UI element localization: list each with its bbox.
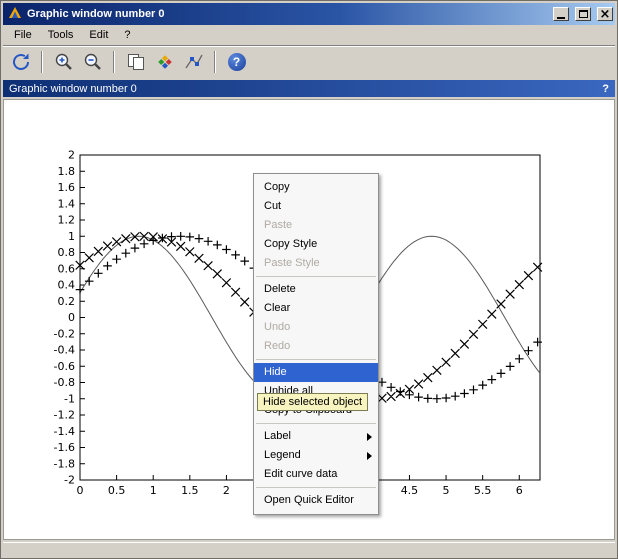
context-menu-item-clear[interactable]: Clear (254, 299, 378, 318)
tooltip: Hide selected object (257, 393, 368, 411)
status-bar (3, 542, 615, 556)
toolbar-separator (113, 51, 115, 73)
figure-header-bar: Graphic window number 0 ? (3, 80, 615, 97)
datatip-icon (183, 51, 205, 73)
figure-help-icon[interactable]: ? (602, 83, 609, 95)
menubar: File Tools Edit ? (3, 25, 615, 45)
window-title: Graphic window number 0 (27, 8, 547, 20)
close-icon: × (600, 9, 611, 20)
menu-separator (256, 487, 376, 488)
datatip-button[interactable] (180, 49, 207, 76)
context-menu-item-paste: Paste (254, 216, 378, 235)
menu-help[interactable]: ? (116, 26, 138, 44)
menu-item-label: Edit curve data (264, 468, 337, 480)
menu-separator (256, 359, 376, 360)
titlebar: Graphic window number 0 × (3, 3, 615, 25)
close-button[interactable]: × (597, 7, 613, 21)
toolbar-separator (214, 51, 216, 73)
context-menu-item-label[interactable]: Label (254, 427, 378, 446)
menu-item-label: Paste (264, 219, 292, 231)
minimize-button[interactable] (553, 7, 569, 21)
context-menu-item-cut[interactable]: Cut (254, 197, 378, 216)
context-menu-item-legend[interactable]: Legend (254, 446, 378, 465)
menu-separator (256, 423, 376, 424)
zoom-in-button[interactable] (50, 49, 77, 76)
menu-item-label: Redo (264, 340, 290, 352)
menu-item-label: Legend (264, 449, 301, 461)
context-menu-item-redo: Redo (254, 337, 378, 356)
rotate-icon (10, 51, 32, 73)
help-icon: ? (228, 53, 246, 71)
menu-separator (256, 276, 376, 277)
zoom-out-button[interactable] (79, 49, 106, 76)
ged-icon (154, 51, 176, 73)
maximize-button[interactable] (575, 7, 591, 21)
help-button[interactable]: ? (223, 49, 250, 76)
menu-item-label: Copy Style (264, 238, 317, 250)
ged-editor-button[interactable] (151, 49, 178, 76)
context-menu-item-edit-curve-data[interactable]: Edit curve data (254, 465, 378, 484)
copy-figure-icon (125, 51, 147, 73)
context-menu-item-open-quick-editor[interactable]: Open Quick Editor (254, 491, 378, 510)
submenu-arrow-icon (367, 452, 372, 460)
toolbar: ? (3, 45, 615, 78)
copy-figure-button[interactable] (122, 49, 149, 76)
context-menu: Copy Cut Paste Copy Style Paste Style Delete C… (253, 173, 379, 515)
zoom-in-icon (53, 51, 75, 73)
context-menu-item-paste-style: Paste Style (254, 254, 378, 273)
context-menu-item-copy[interactable]: Copy (254, 178, 378, 197)
menu-tools[interactable]: Tools (40, 26, 82, 44)
menu-item-label: Clear (264, 302, 290, 314)
scilab-app-icon (7, 5, 23, 24)
zoom-out-icon (82, 51, 104, 73)
menu-item-label: Open Quick Editor (264, 494, 354, 506)
submenu-arrow-icon (367, 433, 372, 441)
context-menu-item-hide[interactable]: Hide (254, 363, 378, 382)
menu-item-label: Label (264, 430, 291, 442)
context-menu-item-copy-style[interactable]: Copy Style (254, 235, 378, 254)
menu-item-label: Undo (264, 321, 290, 333)
menu-item-label: Delete (264, 283, 296, 295)
rotate-button[interactable] (7, 49, 34, 76)
toolbar-separator (41, 51, 43, 73)
context-menu-item-delete[interactable]: Delete (254, 280, 378, 299)
menu-item-label: Paste Style (264, 257, 320, 269)
menu-item-label: Cut (264, 200, 281, 212)
menu-item-label: Copy (264, 181, 290, 193)
menu-edit[interactable]: Edit (81, 26, 116, 44)
menu-file[interactable]: File (6, 26, 40, 44)
context-menu-item-undo: Undo (254, 318, 378, 337)
menu-item-label: Hide (264, 366, 287, 378)
figure-header-title: Graphic window number 0 (9, 83, 137, 95)
